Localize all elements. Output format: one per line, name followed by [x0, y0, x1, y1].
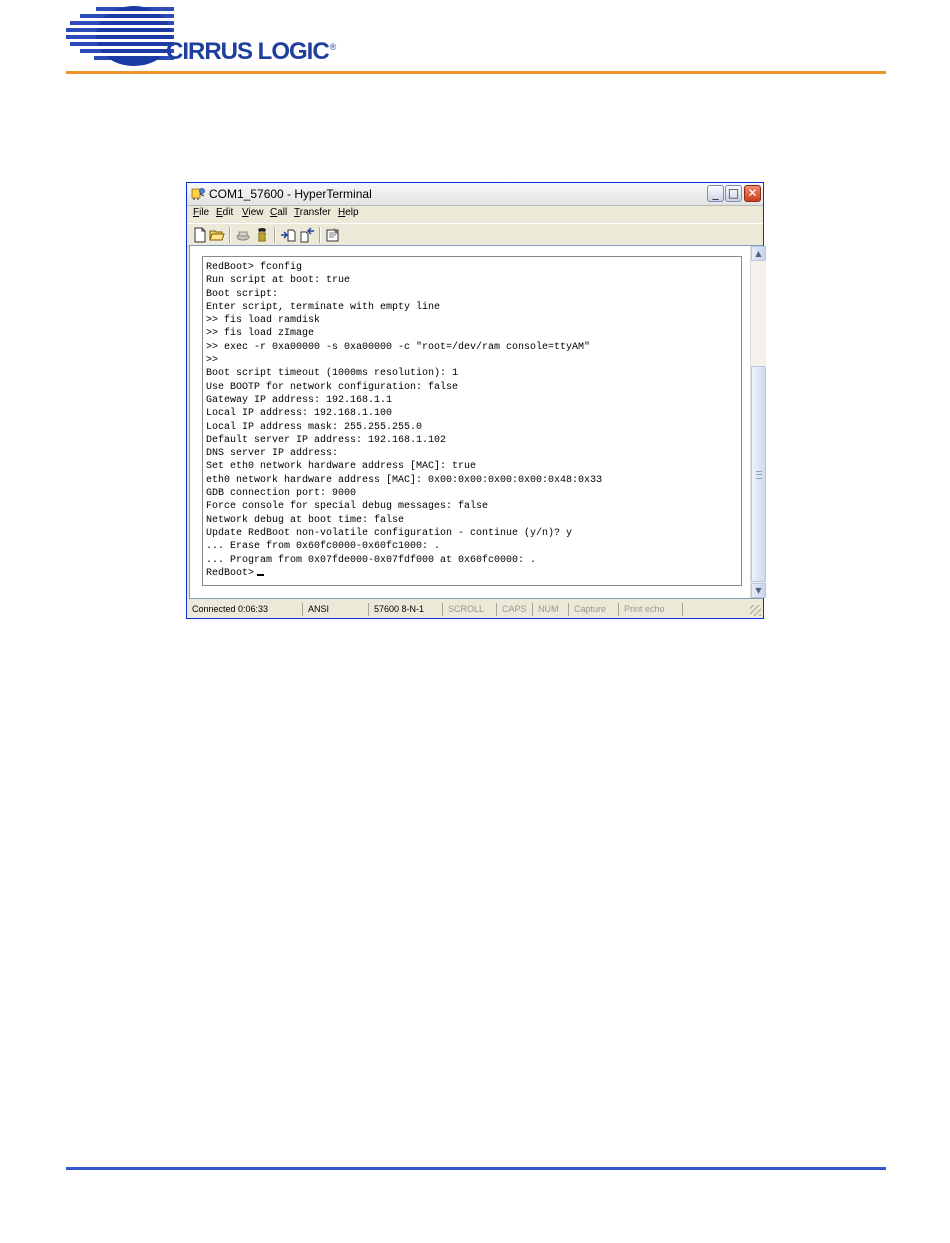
vertical-scrollbar[interactable]: ▲ ▼	[750, 246, 766, 598]
logo-wordmark: CIRRUS LOGIC®	[166, 38, 337, 66]
terminal-line: Use BOOTP for network configuration: fal…	[206, 381, 459, 393]
terminal-line: Force console for special debug messages…	[206, 501, 489, 513]
menu-edit[interactable]: Edit	[216, 207, 233, 218]
toolbar	[187, 223, 763, 247]
terminal-line: Gateway IP address: 192.168.1.1	[206, 394, 393, 406]
toolbar-separator	[274, 227, 276, 243]
terminal-line: Enter script, terminate with empty line	[206, 301, 441, 313]
terminal-line: >> exec -r 0xa00000 -s 0xa00000 -c "root…	[206, 341, 591, 353]
new-icon[interactable]	[192, 227, 208, 243]
terminal-line: Local IP address mask: 255.255.255.0	[206, 421, 423, 433]
open-icon[interactable]	[209, 227, 225, 243]
scroll-grip-icon	[756, 471, 762, 479]
terminal-pane[interactable]: RedBoot> fconfig Run script at boot: tru…	[189, 245, 766, 599]
receive-file-icon[interactable]	[299, 227, 315, 243]
menu-edit-mnemonic: E	[216, 207, 223, 218]
hyperterminal-icon	[191, 188, 205, 200]
toolbar-separator	[319, 227, 321, 243]
text-cursor	[257, 573, 265, 576]
cirrus-logic-logo: CIRRUS LOGIC®	[66, 4, 346, 68]
terminal-line: eth0 network hardware address [MAC]: 0x0…	[206, 474, 603, 486]
status-capture: Capture	[571, 603, 619, 616]
menu-call-label: all	[277, 207, 288, 218]
status-num: NUM	[535, 603, 569, 616]
toolbar-separator	[229, 227, 231, 243]
terminal-line: Run script at boot: true	[206, 275, 351, 287]
header-rule	[66, 71, 886, 74]
terminal-line: Local IP address: 192.168.1.100	[206, 408, 393, 420]
terminal-line: >> fis load zImage	[206, 328, 315, 340]
cirrus-logo-swoosh-icon	[66, 6, 174, 66]
terminal-line: >>	[206, 355, 219, 367]
logo-wordmark-text: CIRRUS LOGIC	[166, 38, 330, 65]
terminal-prompt-line[interactable]: RedBoot>	[206, 567, 602, 580]
terminal-line: >> fis load ramdisk	[206, 315, 321, 327]
menu-view-label: iew	[248, 207, 264, 218]
scroll-up-button[interactable]: ▲	[751, 246, 766, 261]
footer-rule	[66, 1167, 886, 1170]
minimize-button[interactable]: _	[707, 185, 724, 202]
terminal-line: RedBoot> fconfig	[206, 262, 303, 273]
terminal-line: Boot script:	[206, 288, 279, 300]
resize-grip-icon[interactable]	[750, 605, 761, 616]
terminal-line: Update RedBoot non-volatile configuratio…	[206, 527, 573, 539]
send-file-icon[interactable]	[280, 227, 296, 243]
menu-edit-label: dit	[222, 207, 234, 218]
terminal-line: ... Erase from 0x60fc0000-0x60fc1000: .	[206, 541, 441, 553]
menu-file-label: ile	[199, 207, 210, 218]
menu-transfer-label: ransfer	[299, 207, 331, 218]
status-connected: Connected 0:06:33	[189, 603, 303, 616]
title-bar[interactable]: COM1_57600 - HyperTerminal _ □ ✕	[187, 183, 763, 206]
scroll-down-button[interactable]: ▼	[751, 583, 766, 598]
window-title: COM1_57600 - HyperTerminal	[209, 187, 372, 201]
status-port-settings: 57600 8-N-1	[371, 603, 443, 616]
menu-transfer[interactable]: Transfer	[294, 207, 331, 218]
terminal-line: ... Program from 0x07fde000-0x07fdf000 a…	[206, 554, 537, 566]
terminal-line: Boot script timeout (1000ms resolution):…	[206, 368, 459, 380]
menu-help[interactable]: Help	[338, 207, 359, 218]
terminal-prompt: RedBoot>	[206, 567, 255, 579]
terminal-output: RedBoot> fconfig Run script at boot: tru…	[206, 261, 602, 580]
terminal-line: Network debug at boot time: false	[206, 514, 405, 526]
terminal-line: GDB connection port: 9000	[206, 488, 357, 500]
menu-help-label: elp	[345, 207, 359, 218]
menu-bar: File Edit View Call Transfer Help	[187, 206, 763, 222]
properties-icon[interactable]	[325, 227, 341, 243]
terminal-line: Set eth0 network hardware address [MAC]:…	[206, 461, 477, 473]
terminal-line: Default server IP address: 192.168.1.102	[206, 434, 447, 446]
menu-call[interactable]: Call	[270, 207, 287, 218]
status-bar: Connected 0:06:33 ANSI 57600 8-N-1 SCROL…	[187, 601, 763, 618]
dial-icon[interactable]	[254, 227, 270, 243]
menu-view[interactable]: View	[242, 207, 264, 218]
registered-mark: ®	[329, 42, 337, 52]
hyperterminal-window: COM1_57600 - HyperTerminal _ □ ✕ File Ed…	[186, 182, 766, 619]
disconnect-icon[interactable]	[235, 227, 251, 243]
maximize-button[interactable]: □	[725, 185, 742, 202]
status-caps: CAPS	[499, 603, 533, 616]
status-scroll: SCROLL	[445, 603, 497, 616]
status-print-echo: Print echo	[621, 603, 683, 616]
close-button[interactable]: ✕	[744, 185, 761, 202]
menu-file[interactable]: File	[193, 207, 209, 218]
terminal-line: DNS server IP address:	[206, 448, 339, 460]
scroll-thumb[interactable]	[751, 366, 766, 582]
status-emulation: ANSI	[305, 603, 369, 616]
